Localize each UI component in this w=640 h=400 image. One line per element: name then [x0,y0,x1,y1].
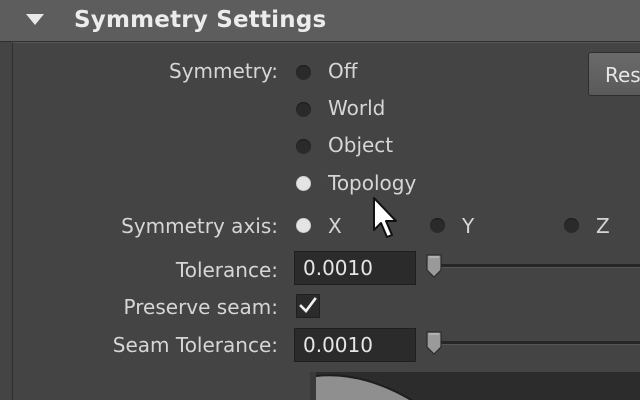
tolerance-label: Tolerance: [175,258,278,282]
preserve-seam-label: Preserve seam: [123,295,278,319]
axis-radio-y[interactable] [430,218,445,233]
axis-option-y[interactable]: Y [462,214,474,238]
symmetry-label: Symmetry: [169,59,278,83]
symmetry-radio-object[interactable] [296,139,311,154]
symmetry-settings-window: Symmetry Settings Reset Symmetry: Off Wo… [0,0,640,400]
preserve-seam-checkbox[interactable] [296,294,320,318]
symmetry-radio-world[interactable] [296,102,311,117]
seam-tolerance-slider-track[interactable] [430,341,640,345]
tolerance-field[interactable]: 0.0010 [294,251,416,285]
tolerance-slider-handle[interactable] [426,254,442,278]
symmetry-option-topology[interactable]: Topology [328,171,416,195]
reset-button[interactable]: Reset [588,52,640,96]
tolerance-slider-track[interactable] [430,264,640,268]
seam-tolerance-slider-handle[interactable] [426,331,442,355]
symmetry-option-off[interactable]: Off [328,59,358,83]
symmetry-option-object[interactable]: Object [328,133,393,157]
section-header[interactable]: Symmetry Settings [0,0,640,42]
section-title: Symmetry Settings [74,7,327,33]
symmetry-radio-topology[interactable] [297,177,310,190]
symmetry-axis-label: Symmetry axis: [121,214,278,238]
axis-option-z[interactable]: Z [596,214,610,238]
axis-radio-x[interactable] [297,219,310,232]
mouse-cursor-icon [373,197,397,238]
seam-tolerance-label: Seam Tolerance: [112,333,278,357]
viewport-preview [310,372,640,400]
checkmark-icon [299,297,317,313]
symmetry-option-world[interactable]: World [328,96,385,120]
seam-tolerance-field[interactable]: 0.0010 [294,328,416,362]
symmetry-radio-off[interactable] [296,65,311,80]
triangle-down-icon[interactable] [26,14,44,25]
axis-option-x[interactable]: X [328,214,342,238]
axis-radio-z[interactable] [564,218,579,233]
